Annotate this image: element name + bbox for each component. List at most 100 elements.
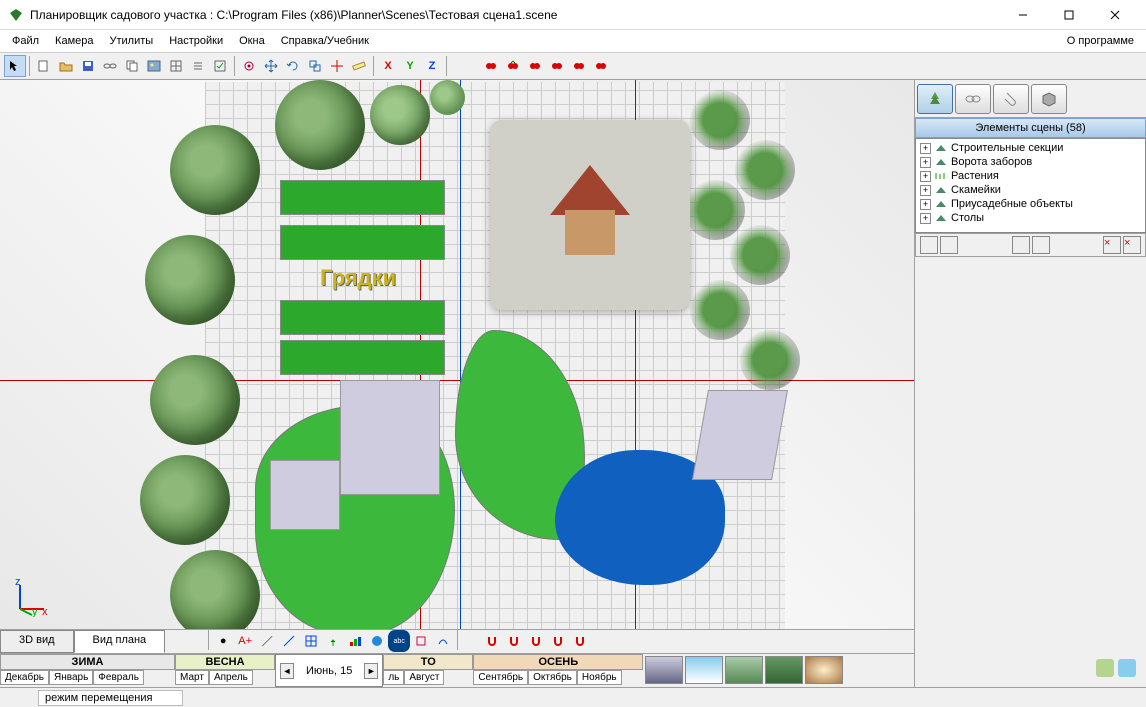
menu-camera[interactable]: Камера <box>47 33 101 49</box>
main-toolbar: X Y Z <box>0 52 1146 80</box>
month-december[interactable]: Декабрь <box>0 670 49 685</box>
bt-snap2[interactable] <box>432 630 454 652</box>
menu-file[interactable]: Файл <box>4 33 47 49</box>
prop-btn-3[interactable] <box>1012 236 1030 254</box>
open-button[interactable] <box>55 55 77 77</box>
rotate-tool[interactable] <box>282 55 304 77</box>
date-prev[interactable]: ◄ <box>280 663 294 679</box>
menu-about[interactable]: О программе <box>1059 33 1142 49</box>
month-august[interactable]: Август <box>404 670 444 685</box>
app-icon <box>8 7 24 23</box>
season-bar: ЗИМА Декабрь Январь Февраль ВЕСНА Март А… <box>0 653 914 687</box>
side-tab-scene[interactable] <box>917 84 953 114</box>
copy-button[interactable] <box>121 55 143 77</box>
camera-tool-4[interactable] <box>546 55 568 77</box>
tab-3d-view[interactable]: 3D вид <box>0 630 74 653</box>
preview-thumb-4[interactable] <box>765 656 803 684</box>
tree-node: +Ворота заборов <box>918 155 1143 169</box>
svg-text:z: z <box>15 577 21 588</box>
preview-thumb-5[interactable] <box>805 656 843 684</box>
side-tab-link[interactable] <box>955 84 991 114</box>
current-date: Июнь, 15 <box>296 665 362 677</box>
prop-btn-4[interactable] <box>1032 236 1050 254</box>
menu-windows[interactable]: Окна <box>231 33 273 49</box>
bt-null[interactable]: ● <box>212 630 234 652</box>
titlebar: Планировщик садового участка : C:\Progra… <box>0 0 1146 30</box>
season-summer: ТО <box>383 654 473 670</box>
tree-node: +Приусадебные объекты <box>918 197 1143 211</box>
x-axis-button[interactable]: X <box>377 55 399 77</box>
bt-plants[interactable] <box>322 630 344 652</box>
scale-tool[interactable] <box>304 55 326 77</box>
magnet-2[interactable] <box>503 630 525 652</box>
y-axis-button[interactable]: Y <box>399 55 421 77</box>
preview-thumb-2[interactable] <box>685 656 723 684</box>
move-tool[interactable] <box>260 55 282 77</box>
camera-tool-3[interactable] <box>524 55 546 77</box>
ruler-tool[interactable] <box>348 55 370 77</box>
camera-tool-2[interactable] <box>502 55 524 77</box>
link-button[interactable] <box>99 55 121 77</box>
camera-tool-5[interactable] <box>568 55 590 77</box>
axis-gizmo: z x y <box>12 577 52 617</box>
menu-settings[interactable]: Настройки <box>161 33 231 49</box>
bt-text[interactable]: A+ <box>234 630 256 652</box>
viewport[interactable]: Грядки z x y <box>0 80 914 629</box>
bt-chart[interactable] <box>344 630 366 652</box>
month-september[interactable]: Сентябрь <box>473 670 528 685</box>
minimize-button[interactable] <box>1000 0 1046 30</box>
season-spring: ВЕСНА <box>175 654 275 670</box>
close-button[interactable] <box>1092 0 1138 30</box>
month-march[interactable]: Март <box>175 670 209 685</box>
view-tool[interactable] <box>238 55 260 77</box>
new-button[interactable] <box>33 55 55 77</box>
magnet-4[interactable] <box>547 630 569 652</box>
date-next[interactable]: ► <box>364 663 378 679</box>
preview-thumb-1[interactable] <box>645 656 683 684</box>
menu-utilities[interactable]: Утилиты <box>102 33 162 49</box>
tab-plan-view[interactable]: Вид плана <box>74 630 166 653</box>
crosshair-tool[interactable] <box>326 55 348 77</box>
season-autumn: ОСЕНЬ <box>473 654 643 670</box>
menu-help[interactable]: Справка/Учебник <box>273 33 377 49</box>
list-button[interactable] <box>187 55 209 77</box>
magnet-1[interactable] <box>481 630 503 652</box>
prop-btn-2[interactable] <box>940 236 958 254</box>
save-button[interactable] <box>77 55 99 77</box>
month-october[interactable]: Октябрь <box>528 670 577 685</box>
prop-btn-del2[interactable]: × <box>1123 236 1141 254</box>
prop-btn-1[interactable] <box>920 236 938 254</box>
tree-node: +Растения <box>918 169 1143 183</box>
z-axis-button[interactable]: Z <box>421 55 443 77</box>
month-april[interactable]: Апрель <box>209 670 253 685</box>
side-tab-box[interactable] <box>1031 84 1067 114</box>
month-july[interactable]: ль <box>383 670 404 685</box>
month-november[interactable]: Ноябрь <box>577 670 622 685</box>
scene-tree[interactable]: +Строительные секции +Ворота заборов +Ра… <box>915 138 1146 233</box>
bt-abc[interactable]: abc <box>388 630 410 652</box>
month-february[interactable]: Февраль <box>93 670 144 685</box>
bt-curve[interactable] <box>278 630 300 652</box>
picture-button[interactable] <box>143 55 165 77</box>
magnet-5[interactable] <box>569 630 591 652</box>
bt-line[interactable]: ／ <box>256 630 278 652</box>
watermark <box>1096 659 1136 677</box>
side-tab-attach[interactable] <box>993 84 1029 114</box>
prop-btn-del1[interactable]: × <box>1103 236 1121 254</box>
bt-snap1[interactable] <box>410 630 432 652</box>
maximize-button[interactable] <box>1046 0 1092 30</box>
preview-thumb-3[interactable] <box>725 656 763 684</box>
select-tool[interactable] <box>4 55 26 77</box>
svg-text:y: y <box>32 606 38 617</box>
bt-grid[interactable] <box>300 630 322 652</box>
tree-node: +Строительные секции <box>918 141 1143 155</box>
month-january[interactable]: Январь <box>49 670 93 685</box>
checklist-button[interactable] <box>209 55 231 77</box>
side-panel: Элементы сцены (58) +Строительные секции… <box>914 80 1146 687</box>
status-text: режим перемещения <box>38 690 183 706</box>
magnet-3[interactable] <box>525 630 547 652</box>
bt-globe[interactable] <box>366 630 388 652</box>
layers-button[interactable] <box>165 55 187 77</box>
camera-tool-1[interactable] <box>480 55 502 77</box>
camera-tool-6[interactable] <box>590 55 612 77</box>
